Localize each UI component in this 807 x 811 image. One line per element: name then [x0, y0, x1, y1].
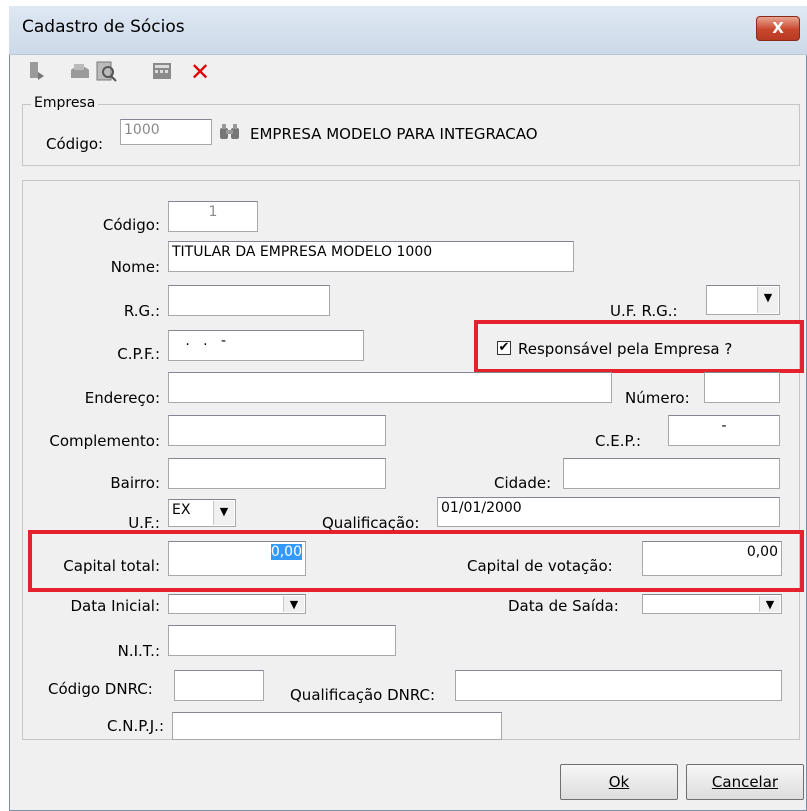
capital-votacao-label: Capital de votação:	[467, 557, 613, 575]
bairro-field[interactable]	[168, 458, 386, 489]
endereco-label: Endereço:	[84, 389, 160, 407]
responsavel-label: Responsável pela Empresa ?	[518, 340, 733, 358]
cnpj-label: C.N.P.J.:	[107, 717, 164, 735]
chevron-down-icon[interactable]: ▼	[757, 287, 778, 313]
chevron-down-icon[interactable]: ▼	[759, 596, 780, 612]
codigo-dnrc-field[interactable]	[174, 670, 264, 701]
complemento-label: Complemento:	[49, 432, 160, 450]
rg-label: R.G.:	[123, 302, 160, 320]
cidade-field[interactable]	[563, 458, 780, 489]
cpf-field[interactable]: . . -	[168, 330, 364, 361]
nit-label: N.I.T.:	[117, 642, 160, 660]
codigo-dnrc-label: Código DNRC:	[48, 680, 153, 698]
data-saida-select[interactable]: ▼	[642, 594, 782, 614]
capital-votacao-field[interactable]: 0,00	[642, 541, 782, 576]
uf-rg-label: U.F. R.G.:	[610, 302, 678, 320]
uf-select[interactable]: EX ▼	[168, 499, 236, 527]
cancel-button-label: Cancelar	[711, 773, 779, 791]
uf-rg-select[interactable]: ▼	[706, 285, 780, 315]
chevron-down-icon[interactable]: ▼	[283, 596, 304, 612]
cep-label: C.E.P.:	[595, 432, 642, 450]
codigo-field[interactable]: 1	[168, 201, 258, 232]
qualificacao-dnrc-label: Qualificação DNRC:	[290, 686, 436, 704]
cpf-label: C.P.F.:	[117, 345, 160, 363]
calculator-icon[interactable]	[150, 60, 174, 84]
responsavel-checkbox[interactable]: ✔	[497, 341, 511, 355]
close-button[interactable]: X	[756, 16, 800, 41]
bairro-label: Bairro:	[110, 474, 160, 492]
data-inicial-select[interactable]: ▼	[168, 594, 306, 614]
numero-label: Número:	[625, 389, 690, 407]
empresa-legend: Empresa	[31, 95, 99, 111]
complemento-field[interactable]	[168, 415, 386, 446]
cancel-button[interactable]: Cancelar	[686, 764, 804, 800]
print-icon[interactable]	[68, 60, 92, 84]
ok-button-label: Ok	[608, 773, 630, 791]
nome-field[interactable]: TITULAR DA EMPRESA MODELO 1000	[168, 241, 574, 272]
nit-field[interactable]	[168, 625, 396, 656]
preview-icon[interactable]	[94, 60, 118, 84]
rg-field[interactable]	[168, 285, 330, 316]
uf-value: EX	[172, 502, 191, 518]
chevron-down-icon[interactable]: ▼	[213, 501, 234, 525]
nome-label: Nome:	[110, 258, 160, 276]
qualificacao-dnrc-field[interactable]	[455, 670, 782, 701]
exit-icon[interactable]	[24, 60, 48, 84]
window-title: Cadastro de Sócios	[22, 17, 185, 37]
empresa-codigo-field[interactable]: 1000	[120, 119, 212, 145]
data-saida-label: Data de Saída:	[508, 597, 619, 615]
numero-field[interactable]	[704, 372, 780, 403]
empresa-nome: EMPRESA MODELO PARA INTEGRACAO	[250, 125, 538, 143]
data-inicial-label: Data Inicial:	[70, 597, 160, 615]
ok-button[interactable]: Ok	[560, 764, 678, 800]
cidade-label: Cidade:	[494, 474, 552, 492]
endereco-field[interactable]	[168, 372, 612, 403]
binoculars-search-icon[interactable]	[218, 122, 242, 142]
codigo-label: Código:	[102, 216, 160, 234]
capital-total-label: Capital total:	[34, 557, 160, 575]
capital-total-value: 0,00	[270, 544, 302, 560]
empresa-codigo-label: Código:	[46, 135, 104, 153]
cep-field[interactable]: -	[668, 415, 780, 446]
cnpj-field[interactable]	[172, 712, 502, 740]
delete-x-icon[interactable]: ✕	[188, 60, 212, 84]
qualificacao-field[interactable]: 01/01/2000	[437, 497, 780, 527]
capital-total-field[interactable]: 0,00	[168, 541, 306, 576]
